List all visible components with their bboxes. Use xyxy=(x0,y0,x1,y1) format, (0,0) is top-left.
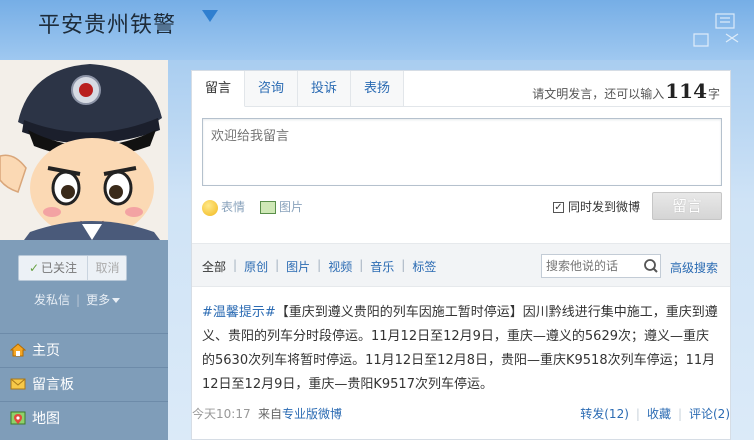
separator: | xyxy=(275,258,280,272)
post-hashtag[interactable]: #温馨提示# xyxy=(202,305,276,320)
post-actions: 转发(12) | 收藏 | 评论(2) xyxy=(580,405,730,422)
tab-complaint[interactable]: 投诉 xyxy=(298,71,352,107)
tab-message[interactable]: 留言 xyxy=(192,71,246,107)
checkmark-icon: ✓ xyxy=(28,261,40,275)
weibo-post: #温馨提示#【重庆到遵义贵阳的列车因施工暂时停运】因川黔线进行集中施工，重庆到遵… xyxy=(192,301,730,397)
picture-button[interactable]: 图片 xyxy=(260,198,303,215)
sidebar-item-label: 留言板 xyxy=(32,377,74,393)
feed-filter-bar: 全部 | 原创 | 图片 | 视频 | 音乐 | 标签 高级搜索 xyxy=(192,243,730,287)
more-label: 更多 xyxy=(86,293,111,307)
filter-music[interactable]: 音乐 xyxy=(370,258,394,275)
feed-filters: 全部 | 原创 | 图片 | 视频 | 音乐 | 标签 xyxy=(202,258,436,275)
filter-tags[interactable]: 标签 xyxy=(412,258,436,275)
page-header: 平安贵州铁警 xyxy=(0,0,754,60)
filter-all[interactable]: 全部 xyxy=(202,258,226,275)
separator: | xyxy=(76,293,81,307)
post-timestamp[interactable]: 今天10:17 xyxy=(192,405,251,422)
site-title: 平安贵州铁警 xyxy=(38,13,177,38)
remaining-chars: 请文明发言，还可以输入114字 xyxy=(532,79,720,103)
message-input[interactable] xyxy=(202,118,722,186)
search-icon[interactable] xyxy=(641,255,661,277)
tab-praise[interactable]: 表扬 xyxy=(351,71,405,107)
separator: | xyxy=(359,258,364,272)
remaining-prefix: 请文明发言，还可以输入 xyxy=(532,87,665,101)
smiley-icon xyxy=(202,199,218,216)
source-link[interactable]: 专业版微博 xyxy=(282,407,342,421)
message-composer: 留言 咨询 投诉 表扬 请文明发言，还可以输入114字 表情 图片 ✓ 同时发到微… xyxy=(192,71,730,231)
filter-video[interactable]: 视频 xyxy=(328,258,352,275)
follow-status-box: ✓ 已关注 取消 xyxy=(18,255,127,281)
separator: | xyxy=(635,407,640,421)
post-text: 【重庆到遵义贵阳的列车因施工暂时停运】因川黔线进行集中施工，重庆到遵义、贵阳的列… xyxy=(202,305,718,392)
post-source: 来自专业版微博 xyxy=(258,405,342,422)
separator: | xyxy=(233,258,238,272)
sidebar-item-map[interactable]: 地图 xyxy=(0,401,168,435)
picture-icon xyxy=(260,201,276,214)
composer-tabs: 留言 咨询 投诉 表扬 xyxy=(192,71,405,107)
separator: | xyxy=(401,258,406,272)
message-board-icon xyxy=(10,378,26,389)
separator: | xyxy=(317,258,322,272)
comment-button[interactable]: 评论(2) xyxy=(689,407,730,421)
emoticon-button[interactable]: 表情 xyxy=(202,198,245,216)
sync-to-weibo-checkbox[interactable]: ✓ 同时发到微博 xyxy=(553,198,640,215)
left-sidebar: ✓ 已关注 取消 发私信 | 更多 主页 留言板 地图 xyxy=(0,60,168,440)
sync-label: 同时发到微博 xyxy=(568,200,641,214)
remaining-suffix: 字 xyxy=(707,87,720,101)
send-message-link[interactable]: 发私信 xyxy=(34,293,70,307)
picture-label: 图片 xyxy=(279,200,304,214)
sidebar-item-message-board[interactable]: 留言板 xyxy=(0,367,168,401)
sidebar-nav: 主页 留言板 地图 xyxy=(0,333,168,435)
favorite-button[interactable]: 收藏 xyxy=(647,407,671,421)
source-prefix: 来自 xyxy=(258,407,283,421)
chevron-down-icon xyxy=(112,298,121,303)
repost-button[interactable]: 转发(12) xyxy=(580,407,629,421)
tab-inquiry[interactable]: 咨询 xyxy=(245,71,299,107)
followed-button[interactable]: ✓ 已关注 xyxy=(19,256,87,280)
police-cartoon-avatar-icon xyxy=(0,60,168,240)
filter-pictures[interactable]: 图片 xyxy=(286,258,310,275)
separator: | xyxy=(677,407,682,421)
sidebar-item-label: 地图 xyxy=(32,411,60,427)
side-links: 发私信 | 更多 xyxy=(34,291,121,308)
unfollow-button[interactable]: 取消 xyxy=(87,256,127,280)
advanced-search-link[interactable]: 高级搜索 xyxy=(670,259,718,276)
home-icon xyxy=(10,342,26,356)
sidebar-item-home[interactable]: 主页 xyxy=(0,333,168,367)
more-menu[interactable]: 更多 xyxy=(86,293,121,307)
chevron-down-icon[interactable] xyxy=(202,10,218,22)
remaining-count: 114 xyxy=(665,79,707,103)
post-meta: 今天10:17 来自专业版微博 转发(12) | 收藏 | 评论(2) xyxy=(192,405,730,423)
emoticon-label: 表情 xyxy=(221,200,246,214)
decorative-pattern-icon xyxy=(693,13,739,47)
map-icon xyxy=(10,411,26,424)
sidebar-item-label: 主页 xyxy=(32,343,60,359)
submit-message-button[interactable]: 留言 xyxy=(652,192,722,220)
followed-label: 已关注 xyxy=(41,261,78,275)
checkbox-checked-icon: ✓ xyxy=(553,202,564,213)
avatar[interactable] xyxy=(0,60,168,240)
main-panel: 留言 咨询 投诉 表扬 请文明发言，还可以输入114字 表情 图片 ✓ 同时发到微… xyxy=(191,70,731,440)
filter-original[interactable]: 原创 xyxy=(244,258,268,275)
